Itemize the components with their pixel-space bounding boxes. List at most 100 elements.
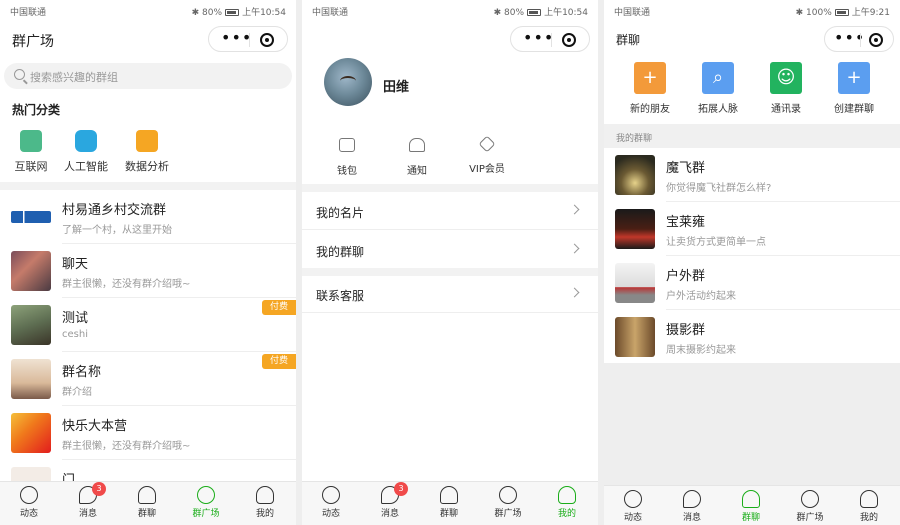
group-name: 户外群	[666, 269, 706, 284]
vip-button[interactable]: VIP会员	[457, 135, 517, 175]
group-name: 魔飞群	[666, 161, 706, 176]
internet-category-icon	[20, 130, 42, 152]
battery-percent: 100%	[806, 8, 832, 18]
contacts-button[interactable]: ☺ 通讯录	[753, 62, 819, 115]
expand-network-button[interactable]: ⌕ 拓展人脉	[685, 62, 751, 115]
group-desc: 你觉得魔飞社群怎么样?	[666, 183, 772, 194]
quick-label: 钱包	[337, 166, 357, 177]
tab-label: 我的	[557, 509, 576, 519]
tab-moments[interactable]: 动态	[4, 486, 54, 519]
carrier-label: 中国联通	[10, 8, 47, 18]
page-title: 群聊	[616, 33, 641, 47]
category-data-analysis[interactable]: 数据分析	[112, 130, 182, 174]
group-avatar	[11, 359, 51, 399]
quick-label: 通知	[407, 166, 427, 177]
tab-group-plaza[interactable]: 群广场	[785, 490, 835, 523]
group-name: 测试	[62, 311, 89, 326]
username: 田维	[383, 80, 410, 95]
status-bar: 中国联通 ✱ 100% 上午9:21	[604, 0, 900, 20]
group-list-item[interactable]: 宝莱雍 让卖货方式更简单一点	[604, 202, 900, 256]
users-icon	[138, 486, 156, 504]
notification-button[interactable]: 通知	[387, 138, 447, 177]
tab-group-chat[interactable]: 群聊	[122, 486, 172, 519]
group-desc: ceshi	[62, 329, 88, 340]
tab-bar: 动态 3 消息 群聊 群广场 我的	[302, 481, 598, 525]
close-target-icon[interactable]	[562, 33, 576, 47]
create-group-button[interactable]: + 创建群聊	[821, 62, 887, 115]
tab-group-chat[interactable]: 群聊	[726, 490, 776, 523]
search-placeholder: 搜索感兴趣的群组	[30, 71, 118, 84]
tab-label: 群广场	[796, 513, 824, 523]
battery-icon	[834, 9, 849, 16]
close-target-icon[interactable]	[869, 33, 883, 47]
tab-label: 群聊	[741, 513, 760, 523]
bell-icon	[409, 138, 425, 152]
menu-label: 我的名片	[316, 206, 365, 220]
menu-customer-service[interactable]: 联系客服	[302, 275, 598, 313]
mini-program-capsule: •••	[510, 26, 590, 52]
tab-messages[interactable]: 消息	[667, 490, 717, 523]
empty-area	[604, 363, 900, 485]
tab-label: 群广场	[494, 509, 522, 519]
search-input[interactable]: 搜索感兴趣的群组	[4, 63, 292, 89]
compass-icon	[197, 486, 215, 504]
menu-my-card[interactable]: 我的名片	[302, 192, 598, 230]
group-logo	[11, 197, 51, 237]
mini-program-capsule: •••	[208, 26, 288, 52]
group-list-item[interactable]: 村易通乡村交流群 了解一个村，从这里开始	[0, 190, 296, 244]
chevron-right-icon	[569, 243, 580, 254]
group-list-item[interactable]: 户外群 户外活动约起来	[604, 256, 900, 310]
capsule-divider	[249, 33, 250, 47]
group-list-item[interactable]: 测试 ceshi 付费	[0, 298, 296, 352]
tab-me[interactable]: 我的	[542, 486, 592, 519]
tab-label: 消息	[380, 509, 399, 519]
planet-icon	[624, 490, 642, 508]
tab-group-plaza[interactable]: 群广场	[483, 486, 533, 519]
menu-my-groups[interactable]: 我的群聊	[302, 231, 598, 269]
group-avatar	[615, 263, 655, 303]
category-ai[interactable]: 人工智能	[51, 130, 121, 174]
section-label: 我的群聊	[616, 134, 653, 144]
wallet-button[interactable]: 钱包	[317, 138, 377, 177]
quick-label: VIP会员	[469, 164, 505, 175]
tab-label: 消息	[78, 509, 97, 519]
tab-me[interactable]: 我的	[240, 486, 290, 519]
tab-group-plaza[interactable]: 群广场	[181, 486, 231, 519]
status-right: ✱ 100% 上午9:21	[795, 8, 890, 18]
avatar[interactable]	[324, 58, 372, 106]
group-avatar	[615, 155, 655, 195]
unread-badge: 3	[394, 482, 408, 496]
search-icon: ⌕	[702, 62, 734, 94]
group-list-item[interactable]: 群名称 群介绍 付费	[0, 352, 296, 406]
users-icon	[440, 486, 458, 504]
action-label: 新的朋友	[630, 104, 670, 115]
group-list-item[interactable]: 魔飞群 你觉得魔飞社群怎么样?	[604, 148, 900, 202]
group-list-item[interactable]: 摄影群 周末摄影约起来	[604, 310, 900, 364]
tab-messages[interactable]: 3 消息	[63, 482, 113, 519]
group-list-item[interactable]: 聊天 群主很懒，还没有群介绍哦~	[0, 244, 296, 298]
clock: 上午10:54	[544, 8, 588, 18]
tab-label: 群聊	[137, 509, 156, 519]
close-target-icon[interactable]	[260, 33, 274, 47]
tab-moments[interactable]: 动态	[306, 486, 356, 519]
paid-badge: 付费	[262, 354, 296, 369]
action-label: 创建群聊	[834, 104, 874, 115]
status-right: ✱ 80% 上午10:54	[493, 8, 588, 18]
action-label: 通讯录	[771, 104, 801, 115]
group-name: 摄影群	[666, 323, 706, 338]
group-desc: 了解一个村，从这里开始	[62, 225, 172, 236]
tab-group-chat[interactable]: 群聊	[424, 486, 474, 519]
tab-me[interactable]: 我的	[844, 490, 894, 523]
more-menu-icon[interactable]: •••	[221, 30, 252, 46]
new-friends-button[interactable]: + 新的朋友	[617, 62, 683, 115]
tab-moments[interactable]: 动态	[608, 490, 658, 523]
add-friend-icon: +	[634, 62, 666, 94]
section-divider	[302, 184, 598, 192]
more-menu-icon[interactable]: •••	[523, 30, 554, 46]
paid-badge: 付费	[262, 300, 296, 315]
group-avatar	[615, 209, 655, 249]
tab-messages[interactable]: 3 消息	[365, 482, 415, 519]
group-list-item[interactable]: 快乐大本营 群主很懒，还没有群介绍哦~	[0, 406, 296, 460]
battery-percent: 80%	[202, 8, 223, 18]
action-label: 拓展人脉	[698, 104, 738, 115]
